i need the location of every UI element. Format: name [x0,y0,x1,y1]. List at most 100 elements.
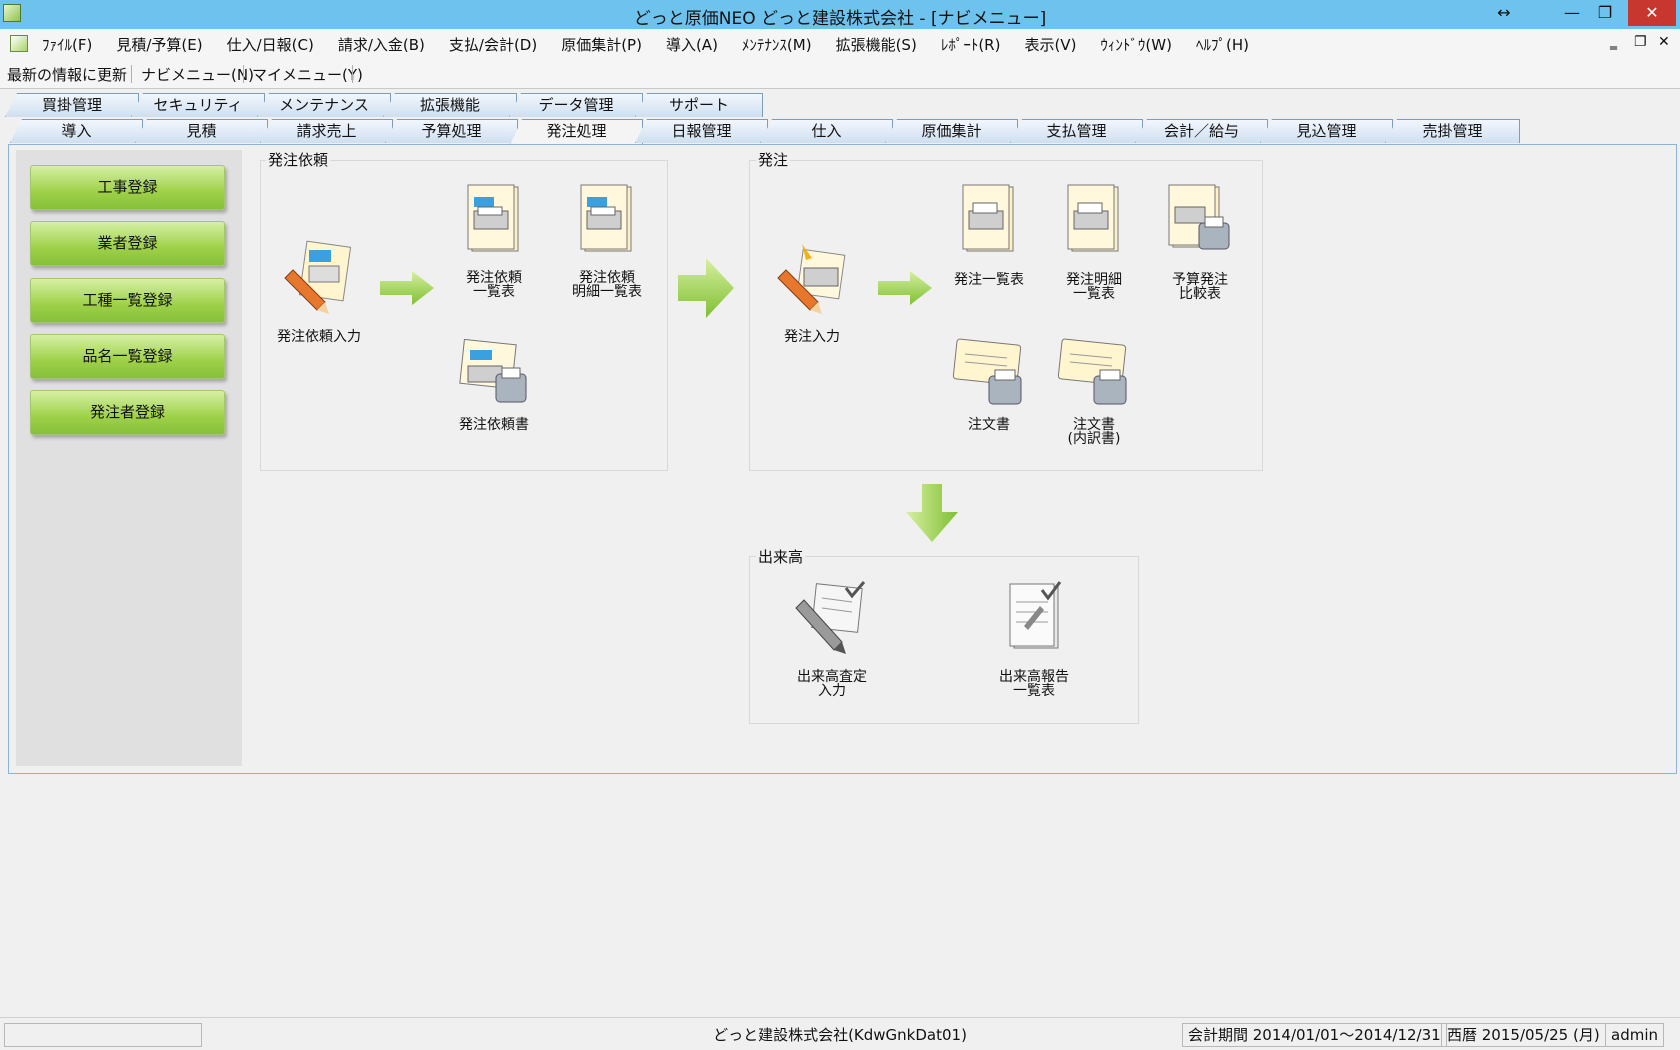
title-bar: どっと原価NEO どっと建設株式会社 - [ナビメニュー] ↔ — ❐ ✕ [0,0,1680,29]
menu-maintenance[interactable]: ﾒﾝﾃﾅﾝｽ(M) [742,34,824,55]
menu-payment[interactable]: 支払/会計(D) [449,34,549,55]
navi-menu-button[interactable]: ナビメニュー(N) [141,64,254,85]
order-request-detail-list-label: 発注依頼 明細一覧表 [572,270,642,300]
pencil-printer-icon [777,244,846,314]
flow-arrow-right-icon [380,271,434,305]
order-slip-icon [952,338,1022,405]
flow-arrow-down-icon [906,484,958,542]
tab-accounting[interactable]: 会計／給与 [1135,119,1268,143]
menu-bar: ﾌｧｲﾙ(F) 見積/予算(E) 仕入/日報(C) 請求/入金(B) 支払/会計… [0,29,1680,59]
document-printer-icon [467,184,519,252]
tab-security[interactable]: セキュリティ [131,93,265,117]
flow-arrow-right-large-icon [678,258,734,318]
window-title: どっと原価NEO どっと建設株式会社 - [ナビメニュー] [633,9,1047,29]
pencil-checklist-icon [795,581,866,654]
tab-purchase[interactable]: 仕入 [760,119,893,143]
tab-data[interactable]: データ管理 [509,93,643,117]
status-bar: どっと建設株式会社(KdwGnkDat01) 会計期間 2014/01/01～2… [0,1017,1680,1050]
tab-cost-summary[interactable]: 原価集計 [885,119,1018,143]
document-printer-icon [1067,184,1119,252]
group-progress-title: 出来高 [756,546,806,567]
tab-kaikake[interactable]: 買掛管理 [5,93,139,117]
progress-assessment-input[interactable]: 出来高査定 入力 [772,580,892,700]
purchase-order[interactable]: 注文書 [929,338,1049,438]
order-detail-list[interactable]: 発注明細 一覧表 [1034,183,1154,303]
menu-view[interactable]: 表示(V) [1024,34,1088,55]
order-detail-list-label: 発注明細 一覧表 [1066,272,1122,302]
mdi-restore-button[interactable]: ❐ [1634,34,1647,50]
tab-row-back: 買掛管理 セキュリティ メンテナンス 拡張機能 データ管理 サポート [0,93,1680,117]
toolbar: 最新の情報に更新 ナビメニュー(N) マイメニュー(Y) [0,59,1680,89]
tab-daily-report[interactable]: 日報管理 [635,119,768,143]
purchase-order-label: 注文書 [968,417,1010,433]
order-request-doc[interactable]: 発注依頼書 [434,338,554,438]
tab-order-active[interactable]: 発注処理 [510,119,643,145]
tab-forecast[interactable]: 見込管理 [1260,119,1393,143]
refresh-button[interactable]: 最新の情報に更新 [7,64,127,85]
tab-payment[interactable]: 支払管理 [1010,119,1143,143]
status-user: admin [1605,1023,1664,1047]
item-name-register-button[interactable]: 品名一覧登録 [30,334,225,379]
my-menu-button[interactable]: マイメニュー(Y) [252,64,363,85]
group-order-request-title: 発注依頼 [266,149,331,170]
mdi-minimize-button[interactable]: ‗ [1610,34,1617,50]
order-input[interactable]: 発注入力 [752,238,872,348]
order-request-detail-list[interactable]: 発注依頼 明細一覧表 [547,183,667,303]
budget-order-compare[interactable]: 予算発注 比較表 [1140,183,1260,303]
toolbar-separator [352,65,353,83]
work-type-register-button[interactable]: 工種一覧登録 [30,278,225,323]
status-date: 西暦 2015/05/25 (月) [1441,1023,1606,1047]
tab-receivable[interactable]: 売掛管理 [1385,119,1520,143]
tab-billing[interactable]: 請求売上 [260,119,393,143]
menu-file[interactable]: ﾌｧｲﾙ(F) [42,34,104,55]
tab-extension[interactable]: 拡張機能 [383,93,517,117]
order-slip-icon [1057,338,1127,405]
menu-purchase[interactable]: 仕入/日報(C) [227,34,326,55]
order-input-label: 発注入力 [784,329,840,345]
purchase-order-detail[interactable]: 注文書 (内訳書) [1034,338,1154,448]
menu-extension[interactable]: 拡張機能(S) [836,34,929,55]
maximize-button[interactable]: ❐ [1588,0,1622,26]
document-printer-icon [580,184,632,252]
order-list[interactable]: 発注一覧表 [929,183,1049,293]
budget-order-compare-label: 予算発注 比較表 [1172,272,1228,302]
order-request-input[interactable]: 発注依頼入力 [259,238,379,348]
client-register-button[interactable]: 発注者登録 [30,390,225,435]
document-checklist-icon [1009,581,1062,649]
menu-report[interactable]: ﾚﾎﾟｰﾄ(R) [941,34,1013,55]
order-request-list[interactable]: 発注依頼 一覧表 [434,183,554,303]
tab-budget[interactable]: 予算処理 [385,119,518,143]
order-request-list-label: 発注依頼 一覧表 [466,270,522,300]
tab-estimate[interactable]: 見積 [135,119,268,143]
mdi-close-button[interactable]: ✕ [1658,34,1670,50]
resize-icon[interactable]: ↔ [1487,0,1521,26]
order-request-doc-label: 発注依頼書 [459,417,529,433]
document-fax-icon [459,338,527,403]
progress-assessment-input-label: 出来高査定 入力 [797,669,867,699]
progress-report-list[interactable]: 出来高報告 一覧表 [974,580,1094,700]
toolbar-separator [131,65,132,83]
progress-report-list-label: 出来高報告 一覧表 [999,669,1069,699]
tab-row-front: 導入 見積 請求売上 予算処理 発注処理 日報管理 仕入 原価集計 支払管理 会… [0,119,1680,145]
menu-help[interactable]: ﾍﾙﾌﾟ(H) [1196,34,1261,55]
flow-arrow-right-icon [878,271,932,305]
menu-window[interactable]: ｳｨﾝﾄﾞｳ(W) [1100,34,1184,55]
menu-estimate[interactable]: 見積/予算(E) [116,34,214,55]
close-button[interactable]: ✕ [1628,0,1676,26]
order-list-label: 発注一覧表 [954,272,1024,288]
group-order-title: 発注 [756,149,791,170]
tab-intro[interactable]: 導入 [10,119,143,143]
construction-register-button[interactable]: 工事登録 [30,165,225,210]
vendor-register-button[interactable]: 業者登録 [30,221,225,266]
pencil-document-icon [284,240,352,314]
menu-cost[interactable]: 原価集計(P) [561,34,654,55]
document-printer-icon [962,184,1014,252]
purchase-order-detail-label: 注文書 (内訳書) [1067,417,1121,447]
tab-maintenance[interactable]: メンテナンス [257,93,391,117]
tab-support[interactable]: サポート [635,93,763,117]
menu-intro[interactable]: 導入(A) [666,34,730,55]
menu-billing[interactable]: 請求/入金(B) [338,34,437,55]
minimize-button[interactable]: — [1555,0,1589,26]
document-icon[interactable] [10,35,28,52]
toolbar-separator [243,65,244,83]
